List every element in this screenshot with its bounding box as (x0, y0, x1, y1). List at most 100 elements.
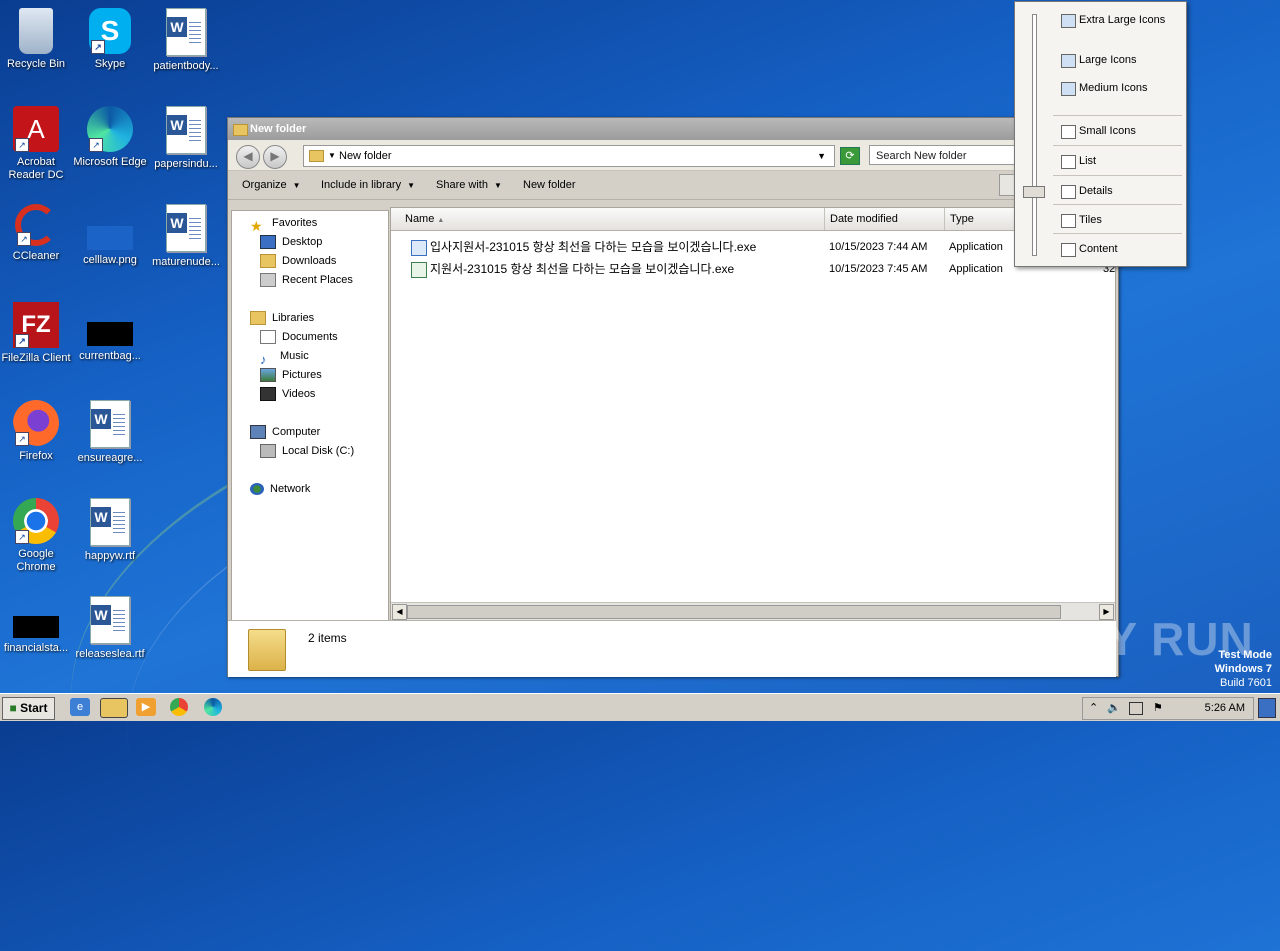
desktop-icon (260, 235, 276, 250)
desktop-icon-ensureagre[interactable]: W ensureagre... (72, 400, 148, 465)
edge-taskbar-icon[interactable] (204, 698, 222, 716)
desktop-icon-skype[interactable]: S ↗ Skype (72, 8, 148, 71)
refresh-icon[interactable]: ⟳ (840, 147, 860, 165)
view-size-slider[interactable] (1032, 14, 1037, 256)
media-player-icon[interactable]: ▶ (136, 698, 156, 716)
organize-button[interactable]: Organize ▼ (242, 171, 301, 200)
nav-item-libraries[interactable]: Libraries (250, 309, 314, 328)
application-file-icon (411, 240, 427, 257)
desktop-icon-papersindu[interactable]: W papersindu... (148, 106, 224, 171)
nav-item-network[interactable]: Network (250, 480, 310, 499)
view-slider-thumb[interactable] (1023, 186, 1045, 198)
image-thumbnail-icon (87, 322, 133, 346)
desktop-icon-happyw[interactable]: W happyw.rtf (72, 498, 148, 563)
desktop-icon-edge[interactable]: ↗ Microsoft Edge (72, 106, 148, 169)
desktop-icon-label: ensureagre... (77, 452, 143, 464)
network-tray-icon[interactable] (1129, 702, 1143, 715)
scroll-thumb[interactable] (407, 605, 1061, 619)
word-document-icon: W (90, 400, 130, 448)
start-button[interactable]: ■ Start (2, 697, 55, 720)
new-folder-button[interactable]: New folder (523, 171, 576, 199)
nav-item-desktop[interactable]: Desktop (260, 233, 322, 252)
desktop-icon-acrobat[interactable]: A ↗ Acrobat Reader DC (0, 106, 74, 182)
file-date: 10/15/2023 7:45 AM (829, 263, 928, 275)
action-center-flag-icon[interactable]: ⚑ (1153, 701, 1163, 714)
nav-item-documents[interactable]: Documents (260, 328, 338, 347)
libraries-icon (250, 311, 266, 326)
file-row[interactable]: 지원서-231015 항상 최선을 다하는 모습을 보이겠습니다.exe 10/… (391, 258, 1115, 280)
forward-button[interactable]: ▶ (263, 145, 287, 169)
address-dropdown-icon[interactable]: ▼ (328, 146, 336, 166)
word-document-icon: W (166, 106, 206, 154)
desktop-icon-label: celllaw.png (83, 254, 137, 266)
nav-item-pictures[interactable]: Pictures (260, 366, 322, 385)
desktop-icon-label: papersindu... (154, 158, 218, 170)
address-bar[interactable]: ▼ New folder ▼ (303, 145, 835, 167)
nav-item-videos[interactable]: Videos (260, 385, 315, 404)
include-label: Include in library (321, 179, 402, 191)
watermark-line: Test Mode (1218, 649, 1272, 661)
back-button[interactable]: ◀ (236, 145, 260, 169)
address-text: New folder (339, 150, 392, 162)
menu-item-details[interactable]: Details (1051, 180, 1184, 202)
file-row[interactable]: 입사지원서-231015 항상 최선을 다하는 모습을 보이겠습니다.exe 1… (391, 236, 1115, 258)
column-header-name[interactable]: Name ▲ (391, 208, 825, 230)
nav-item-downloads[interactable]: Downloads (260, 252, 336, 271)
nav-label: Pictures (282, 369, 322, 381)
desktop-icon-patientbody[interactable]: W patientbody... (148, 8, 224, 73)
image-thumbnail-icon (13, 616, 59, 638)
desktop-icon-celllaw[interactable]: celllaw.png (72, 204, 148, 267)
share-with-button[interactable]: Share with ▼ (436, 171, 502, 200)
show-hidden-icons-icon[interactable]: ⌃ (1089, 701, 1098, 714)
desktop-icon-label: Recycle Bin (6, 58, 66, 70)
nav-item-recent-places[interactable]: Recent Places (260, 271, 353, 290)
nav-item-music[interactable]: ♪ Music (260, 347, 309, 368)
menu-item-medium-icons[interactable]: Medium Icons (1051, 77, 1184, 99)
column-header-date[interactable]: Date modified (825, 208, 945, 230)
hard-drive-icon (260, 444, 276, 459)
include-in-library-button[interactable]: Include in library ▼ (321, 171, 415, 200)
desktop-icon-recycle-bin[interactable]: Recycle Bin (0, 8, 74, 71)
chrome-taskbar-icon[interactable] (170, 698, 188, 716)
show-desktop-button[interactable] (1258, 698, 1276, 718)
file-name: 지원서-231015 항상 최선을 다하는 모습을 보이겠습니다.exe (430, 262, 735, 276)
menu-item-content[interactable]: Content (1051, 238, 1184, 260)
nav-item-local-disk[interactable]: Local Disk (C:) (260, 442, 354, 461)
music-icon: ♪ (260, 352, 267, 368)
menu-item-label: Details (1079, 185, 1113, 197)
menu-item-small-icons[interactable]: Small Icons (1051, 120, 1184, 142)
desktop-icon-ccleaner[interactable]: ↗ CCleaner (0, 204, 74, 263)
menu-separator (1053, 115, 1182, 116)
window-titlebar[interactable]: New folder (228, 118, 1118, 140)
test-mode-watermark: Test Mode Windows 7 Build 7601 (1215, 648, 1272, 690)
address-history-dropdown-icon[interactable]: ▼ (817, 146, 826, 166)
internet-explorer-icon[interactable]: e (70, 698, 90, 716)
explorer-taskbar-icon[interactable] (100, 698, 128, 718)
clock[interactable]: 5:26 AM (1205, 698, 1245, 719)
menu-item-list[interactable]: List (1051, 150, 1184, 172)
scroll-left-icon[interactable]: ◀ (392, 604, 407, 620)
desktop-icon-maturenude[interactable]: W maturenude... (148, 204, 224, 269)
menu-item-large-icons[interactable]: Large Icons (1051, 49, 1184, 71)
desktop-icon-chrome[interactable]: ↗ Google Chrome (0, 498, 74, 574)
file-type: Application (949, 241, 1003, 253)
share-label: Share with (436, 179, 488, 191)
desktop-icon-releaseslea[interactable]: W releaseslea.rtf (72, 596, 148, 661)
desktop-icon-filezilla[interactable]: FZ ↗ FileZilla Client (0, 302, 74, 365)
chrome-icon: ↗ (13, 498, 59, 544)
volume-icon[interactable]: 🔈 (1107, 701, 1121, 714)
dropdown-arrow-icon: ▼ (407, 181, 416, 190)
desktop-icon-label: patientbody... (153, 60, 219, 72)
desktop-icon-financialsta[interactable]: financialsta... (0, 616, 74, 655)
organize-label: Organize (242, 179, 287, 191)
word-document-icon: W (90, 596, 130, 644)
nav-item-favorites[interactable]: ★ Favorites (250, 214, 317, 234)
horizontal-scrollbar[interactable]: ◀ ▶ (391, 602, 1115, 620)
desktop-icon-currentbag[interactable]: currentbag... (72, 302, 148, 363)
menu-item-extra-large-icons[interactable]: Extra Large Icons (1051, 9, 1184, 31)
menu-item-tiles[interactable]: Tiles (1051, 209, 1184, 231)
desktop-icon-firefox[interactable]: ↗ Firefox (0, 400, 74, 463)
nav-item-computer[interactable]: Computer (250, 423, 320, 442)
nav-label: Local Disk (C:) (282, 445, 355, 457)
file-list: Name ▲ Date modified Type 입사지원서-231015 항… (390, 207, 1116, 621)
